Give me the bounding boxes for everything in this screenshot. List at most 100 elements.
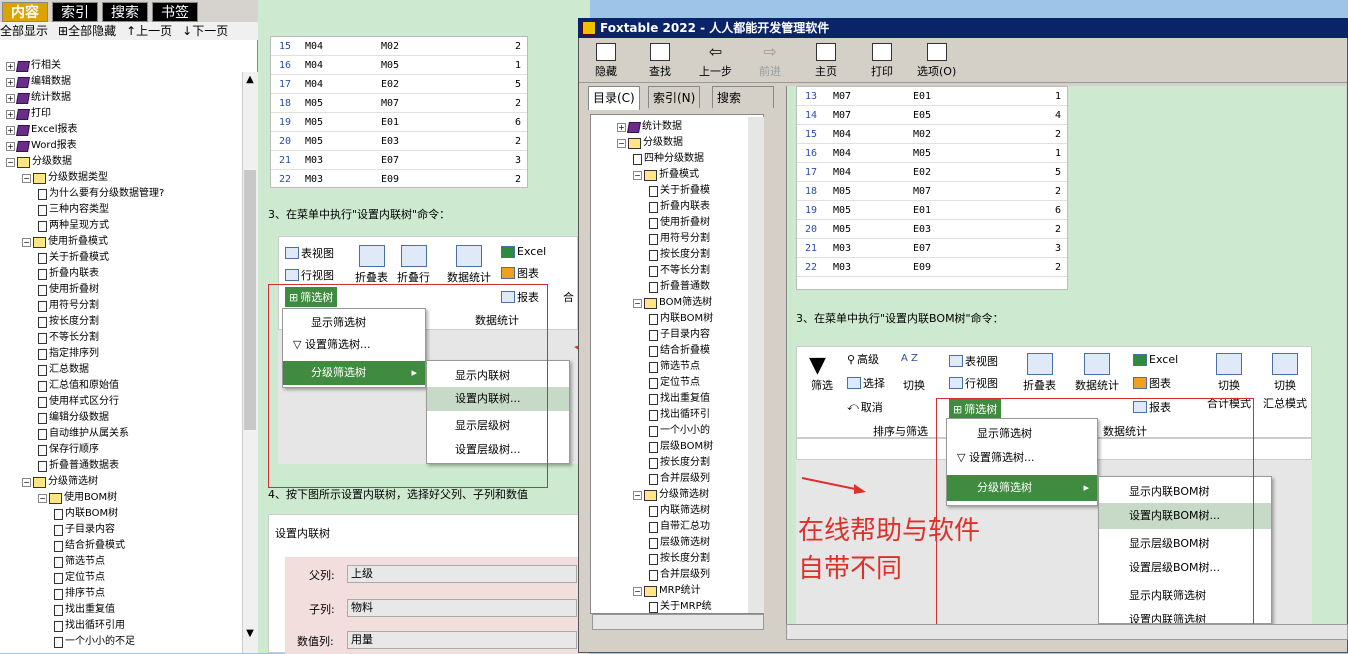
tab-index[interactable]: 索引 [52, 2, 98, 22]
tree-item[interactable]: 结合折叠模式 [54, 538, 125, 554]
tree-item[interactable]: + Excel报表 [6, 122, 78, 138]
tree-item[interactable]: 找出循环引用 [54, 618, 125, 634]
collapse-icon[interactable]: − [6, 157, 15, 167]
mid-row-view-button[interactable]: 行视图 [285, 267, 334, 283]
fox-chart-button[interactable]: 图表 [1133, 375, 1171, 391]
tree-item[interactable]: 折叠普通数据表 [38, 458, 119, 474]
home-button[interactable]: 主页 [815, 41, 837, 81]
tree-item[interactable]: 合并层级列 [649, 567, 710, 583]
tree-item[interactable]: 一个小小的不足 [54, 634, 135, 650]
expand-icon[interactable]: + [6, 77, 15, 87]
fox-data-stats-button[interactable]: 数据统计 [1075, 353, 1119, 393]
value-col-field[interactable]: 用量 [347, 631, 577, 649]
table-row[interactable]: 20 M05 E03 2 [271, 132, 527, 151]
help-scroll-thumb[interactable] [244, 170, 256, 430]
tree-item[interactable]: + 统计数据 [617, 119, 682, 135]
tree-item[interactable]: − 分级数据类型 [22, 170, 108, 186]
tree-item[interactable]: 汇总数据 [38, 362, 89, 378]
table-row[interactable]: 21 M03 E07 3 [271, 151, 527, 170]
table-row[interactable]: 18 M05 M07 2 [797, 182, 1067, 201]
tree-item[interactable]: 按长度分割 [649, 551, 710, 567]
tree-item[interactable]: 定位节点 [54, 570, 105, 586]
child-col-field[interactable]: 物料 [347, 599, 577, 617]
tree-item[interactable]: 筛选节点 [54, 554, 105, 570]
tree-item[interactable]: 编辑分级数据 [38, 410, 109, 426]
print-button[interactable]: 打印 [871, 41, 893, 81]
tree-item[interactable]: 使用折叠树 [38, 282, 99, 298]
tab-bookmarks[interactable]: 书签 [152, 2, 198, 22]
tab-contents[interactable]: 内容 [2, 2, 48, 22]
fox-advanced-button[interactable]: ⚲ 高级 [847, 351, 879, 367]
tree-item[interactable]: 使用折叠树 [649, 215, 710, 231]
tree-item[interactable]: + 行相关 [6, 58, 61, 74]
table-row[interactable]: 22 M03 E09 2 [797, 258, 1067, 277]
collapse-icon[interactable]: − [617, 138, 626, 148]
find-button[interactable]: 查找 [649, 41, 671, 81]
tree-item[interactable]: 合并层级列 [649, 471, 710, 487]
tree-item[interactable]: − BOM筛选树 [633, 295, 712, 311]
fox-tab-search[interactable]: 搜索 [712, 86, 774, 108]
options-button[interactable]: 选项(O) [917, 41, 956, 81]
tree-item[interactable]: 找出重复值 [54, 602, 115, 618]
table-row[interactable]: 19 M05 E01 6 [797, 201, 1067, 220]
hide-button[interactable]: 隐藏 [595, 41, 617, 81]
forward-button[interactable]: ⇨ 前进 [759, 41, 781, 81]
tree-item[interactable]: 折叠内联表 [649, 199, 710, 215]
collapse-icon[interactable]: − [633, 170, 642, 180]
expand-icon[interactable]: + [6, 61, 15, 71]
fox-fold-table-button[interactable]: 折叠表 [1023, 353, 1056, 393]
table-row[interactable]: 16 M04 M05 1 [797, 144, 1067, 163]
table-row[interactable]: 19 M05 E01 6 [271, 113, 527, 132]
tree-item[interactable]: − 使用BOM树 [38, 490, 117, 506]
fox-cancel-button[interactable]: ⤺ 取消 [847, 399, 883, 415]
mid-data-stats-button[interactable]: 数据统计 [447, 245, 491, 285]
tree-item[interactable]: − 分级筛选树 [22, 474, 98, 490]
mid-chart-button[interactable]: 图表 [501, 265, 539, 281]
collapse-icon[interactable]: − [22, 477, 31, 487]
tree-item[interactable]: 汇总值和原始值 [38, 378, 119, 394]
tree-item[interactable]: 内联筛选树 [649, 503, 710, 519]
tree-item[interactable]: 内联BOM树 [649, 311, 713, 327]
tree-item[interactable]: 指定排序列 [38, 346, 99, 362]
tree-item[interactable]: 自带汇总功 [649, 519, 710, 535]
parent-col-field[interactable]: 上级 [347, 565, 577, 583]
tree-item[interactable]: 使用样式区分行 [38, 394, 119, 410]
fox-bottom-scrollbar[interactable] [786, 624, 1348, 640]
tree-item[interactable]: 子目录内容 [54, 522, 115, 538]
tree-item[interactable]: 三种内容类型 [38, 202, 109, 218]
tree-item[interactable]: 按长度分割 [38, 314, 99, 330]
table-row[interactable]: 17 M04 E02 5 [797, 163, 1067, 182]
tree-item[interactable]: − MRP统计 [633, 583, 701, 599]
collapse-icon[interactable]: − [633, 586, 642, 596]
table-row[interactable]: 22 M03 E09 2 [271, 170, 527, 189]
tree-item[interactable]: 找出循环引 [649, 407, 710, 423]
prev-page-button[interactable]: ↑上一页 [126, 22, 172, 40]
mid-excel-button[interactable]: Excel [501, 245, 546, 258]
expand-icon[interactable]: + [6, 141, 15, 151]
fox-sort-switch-button[interactable]: A Z 切换 [901, 353, 927, 393]
mid-fold-table-button[interactable]: 折叠表 [355, 245, 388, 285]
tree-item[interactable]: − 分级筛选树 [633, 487, 709, 503]
mid-fold-row-button[interactable]: 折叠行 [397, 245, 430, 285]
tree-item[interactable]: 用符号分割 [649, 231, 710, 247]
table-row[interactable]: 18 M05 M07 2 [271, 94, 527, 113]
tree-item[interactable]: − 使用折叠模式 [22, 234, 108, 250]
scroll-up-icon[interactable]: ▲ [244, 74, 256, 86]
tree-item[interactable]: 折叠普通数 [649, 279, 710, 295]
expand-icon[interactable]: + [6, 125, 15, 135]
table-row[interactable]: 17 M04 E02 5 [271, 75, 527, 94]
tree-item[interactable]: 不等长分割 [649, 263, 710, 279]
next-page-button[interactable]: ↓下一页 [182, 22, 228, 40]
foxtable-title-bar[interactable]: Foxtable 2022 - 人人都能开发管理软件 [578, 18, 1348, 38]
table-row[interactable]: 13 M07 E01 1 [797, 87, 1067, 106]
fox-table-view-button[interactable]: 表视图 [949, 353, 998, 369]
tree-item[interactable]: − 折叠模式 [633, 167, 699, 183]
fox-summary-mode-button[interactable]: 切换 汇总模式 [1263, 353, 1307, 411]
tree-item[interactable]: 排序节点 [54, 586, 105, 602]
table-row[interactable]: 15 M04 M02 2 [271, 37, 527, 56]
tree-item[interactable]: 找出重复值 [649, 391, 710, 407]
tree-item[interactable]: + 统计数据 [6, 90, 71, 106]
tree-item[interactable]: 用符号分割 [38, 298, 99, 314]
tree-item[interactable]: + Word报表 [6, 138, 77, 154]
tree-item[interactable]: 自动维护从属关系 [38, 426, 129, 442]
